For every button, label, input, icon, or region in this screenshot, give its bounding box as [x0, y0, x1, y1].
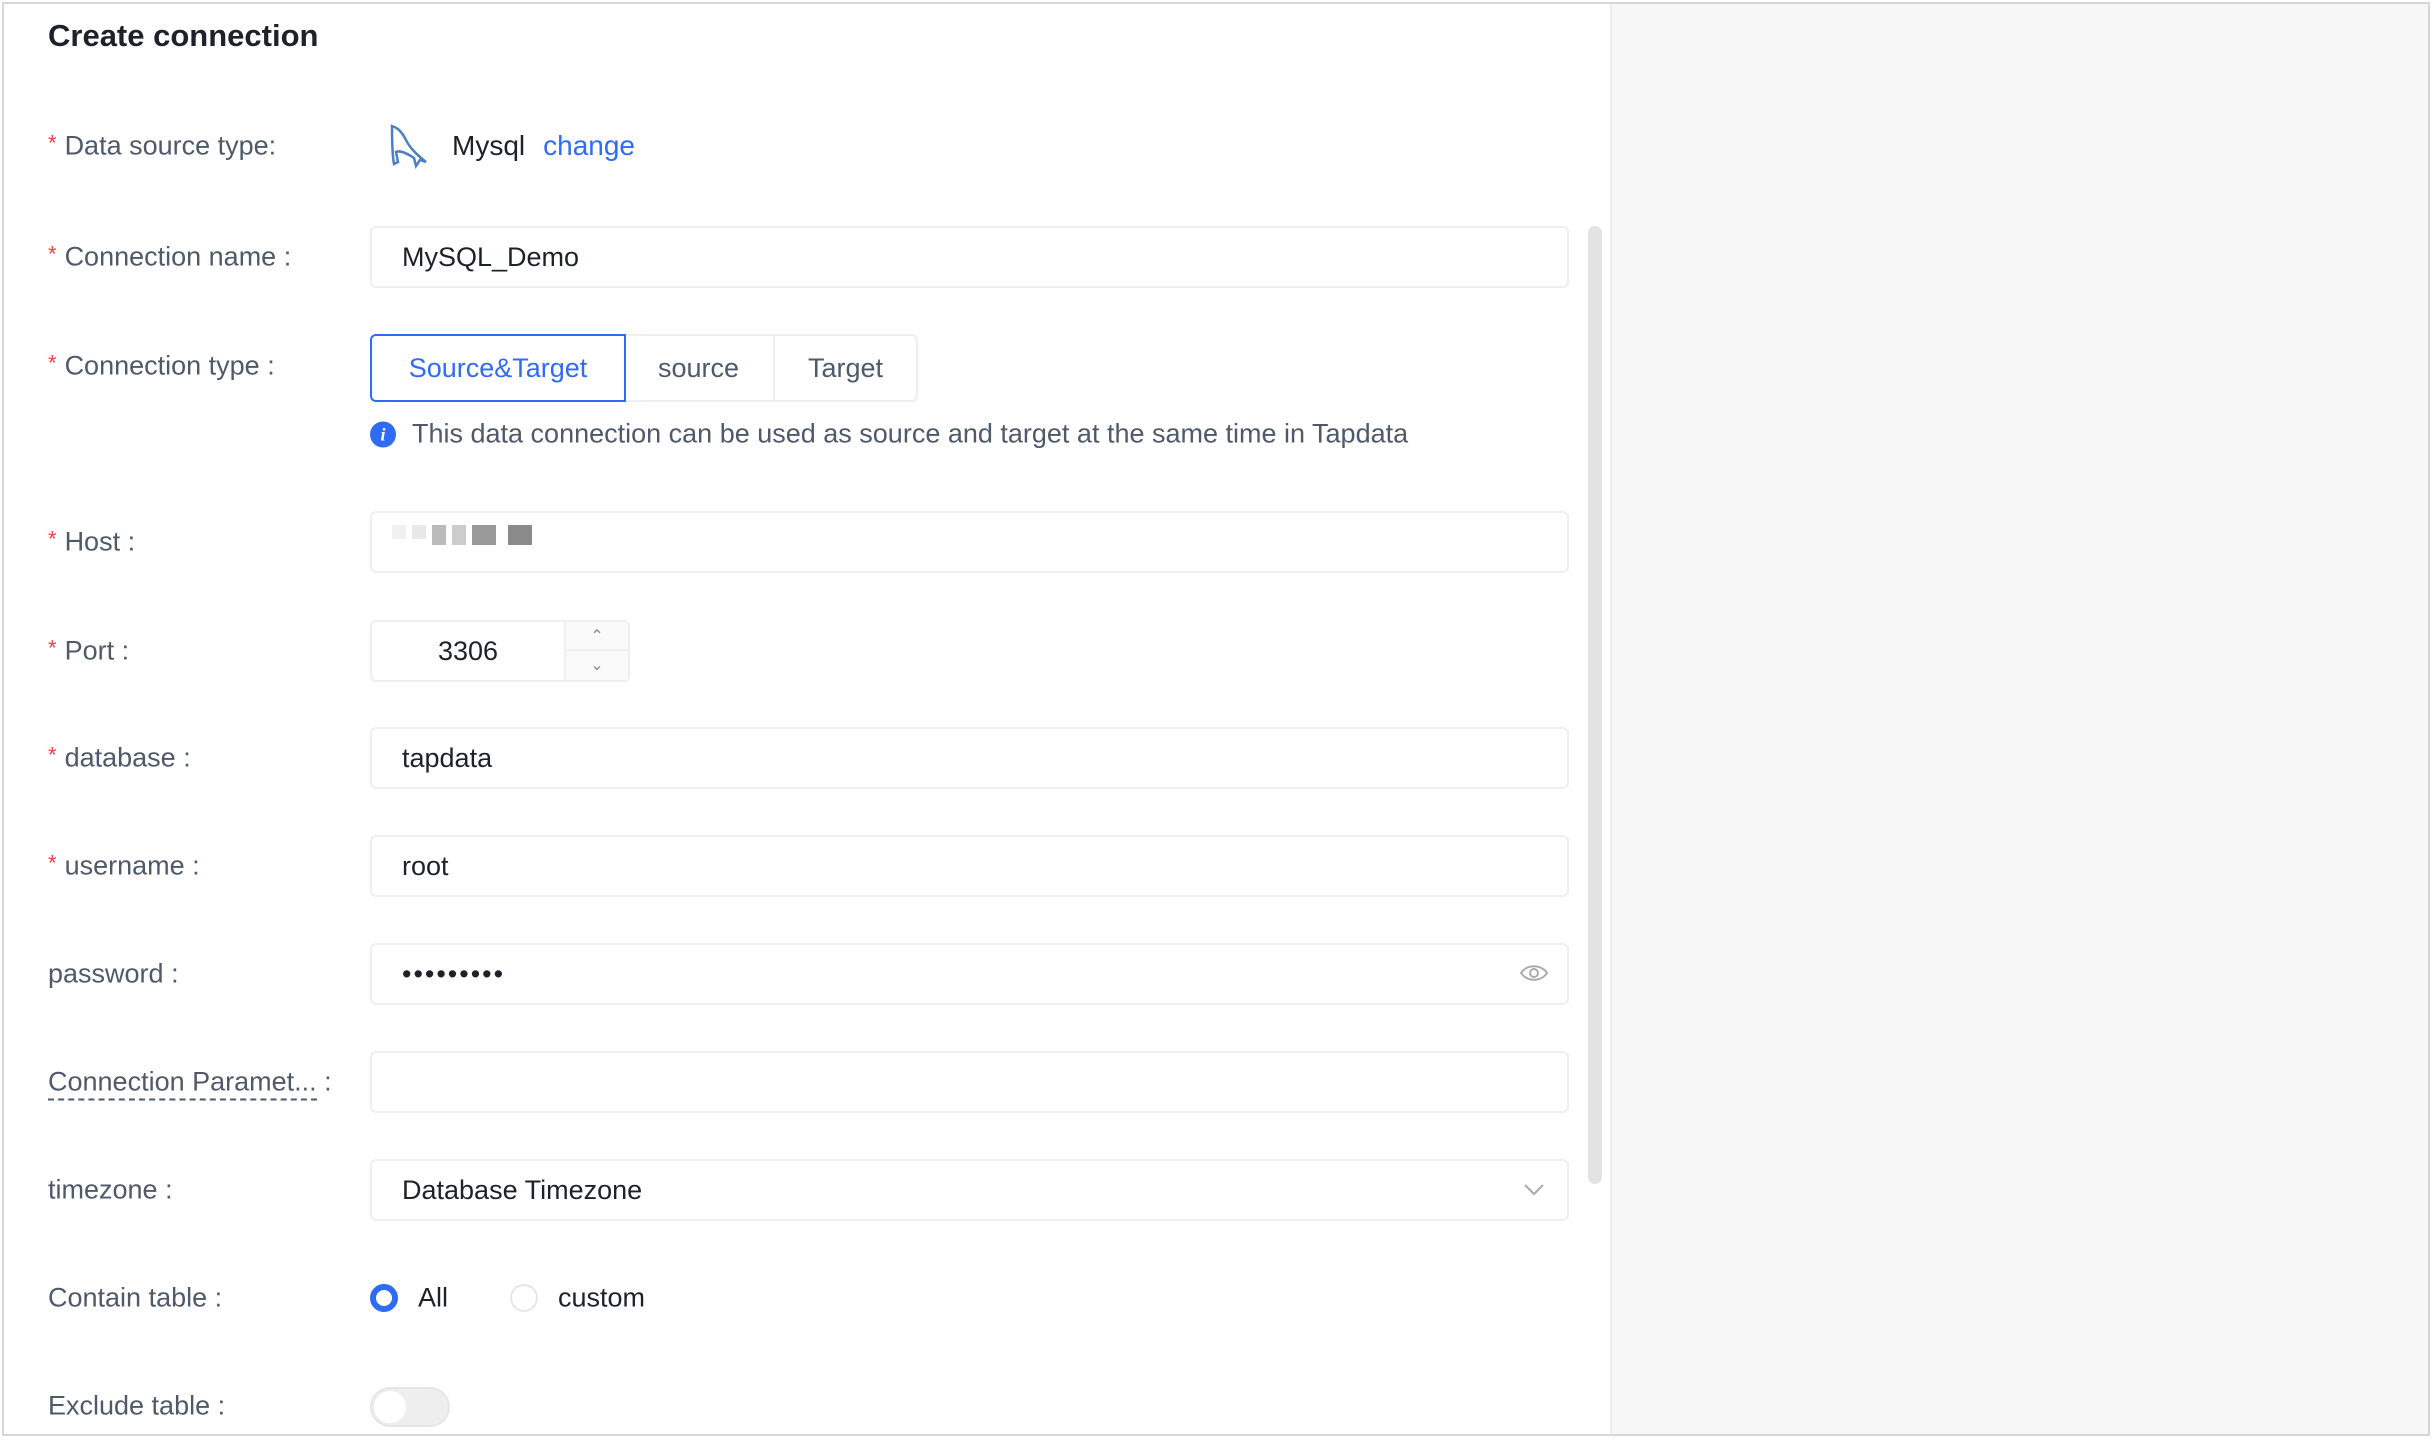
contain-table-custom-radio[interactable] [510, 1284, 538, 1312]
timezone-value: Database Timezone [402, 1175, 643, 1205]
connection-name-input[interactable]: MySQL_Demo [370, 226, 1569, 288]
connection-params-tooltip-trigger[interactable]: Connection Paramet... [48, 1066, 317, 1101]
password-label: password : [48, 958, 179, 989]
change-data-source-link[interactable]: change [543, 130, 635, 162]
connection-form-panel: Create connection * Data source type: Mys… [4, 4, 1608, 1434]
page-title: Create connection [48, 18, 319, 53]
password-value: ••••••••• [402, 959, 506, 989]
port-input[interactable]: 3306 ⌃ ⌄ [370, 620, 630, 682]
connection-type-target[interactable]: Target [773, 334, 918, 402]
database-label: * database : [48, 742, 191, 773]
mysql-dolphin-icon [390, 124, 427, 170]
connection-params-input[interactable] [370, 1051, 1569, 1113]
connection-type-info: i This data connection can be used as sou… [370, 419, 1408, 450]
connection-type-source[interactable]: source [624, 334, 775, 402]
eye-icon[interactable] [1519, 962, 1549, 984]
data-source-type-value: Mysql change [386, 122, 635, 170]
connection-name-label: * Connection name : [48, 241, 292, 272]
decrement-chevron-down-icon[interactable]: ⌄ [566, 651, 628, 680]
timezone-select[interactable]: Database Timezone [370, 1159, 1569, 1221]
redacted-host-value [392, 525, 532, 545]
data-source-name: Mysql [452, 130, 526, 161]
connection-params-label: Connection Paramet... : [48, 1066, 332, 1101]
connection-type-source-target[interactable]: Source&Target [370, 334, 626, 402]
connection-type-label: * Connection type : [48, 350, 275, 381]
create-connection-window: Create connection * Data source type: Mys… [2, 2, 2430, 1436]
timezone-label: timezone : [48, 1174, 173, 1205]
contain-table-label: Contain table : [48, 1282, 223, 1313]
info-text: This data connection can be used as sour… [412, 418, 1409, 449]
host-label: * Host : [48, 526, 136, 557]
chevron-down-icon [1524, 1184, 1544, 1196]
increment-chevron-up-icon[interactable]: ⌃ [566, 622, 628, 651]
port-label: * Port : [48, 635, 130, 666]
side-panel [1610, 4, 2428, 1434]
username-label: * username : [48, 850, 200, 881]
data-source-type-label: * Data source type: [48, 130, 277, 161]
form-scrollbar[interactable] [1588, 226, 1602, 1184]
database-input[interactable]: tapdata [370, 727, 1569, 789]
contain-table-custom-label[interactable]: custom [558, 1283, 645, 1314]
contain-table-all-label[interactable]: All [418, 1283, 448, 1314]
exclude-table-label: Exclude table : [48, 1390, 226, 1421]
info-icon: i [370, 421, 396, 447]
password-input[interactable]: ••••••••• [370, 943, 1569, 1005]
host-input[interactable] [370, 511, 1569, 573]
port-stepper[interactable]: ⌃ ⌄ [564, 622, 628, 680]
exclude-table-toggle[interactable] [370, 1387, 450, 1427]
contain-table-all-radio[interactable] [370, 1284, 398, 1312]
port-value: 3306 [437, 636, 499, 666]
username-input[interactable]: root [370, 835, 1569, 897]
